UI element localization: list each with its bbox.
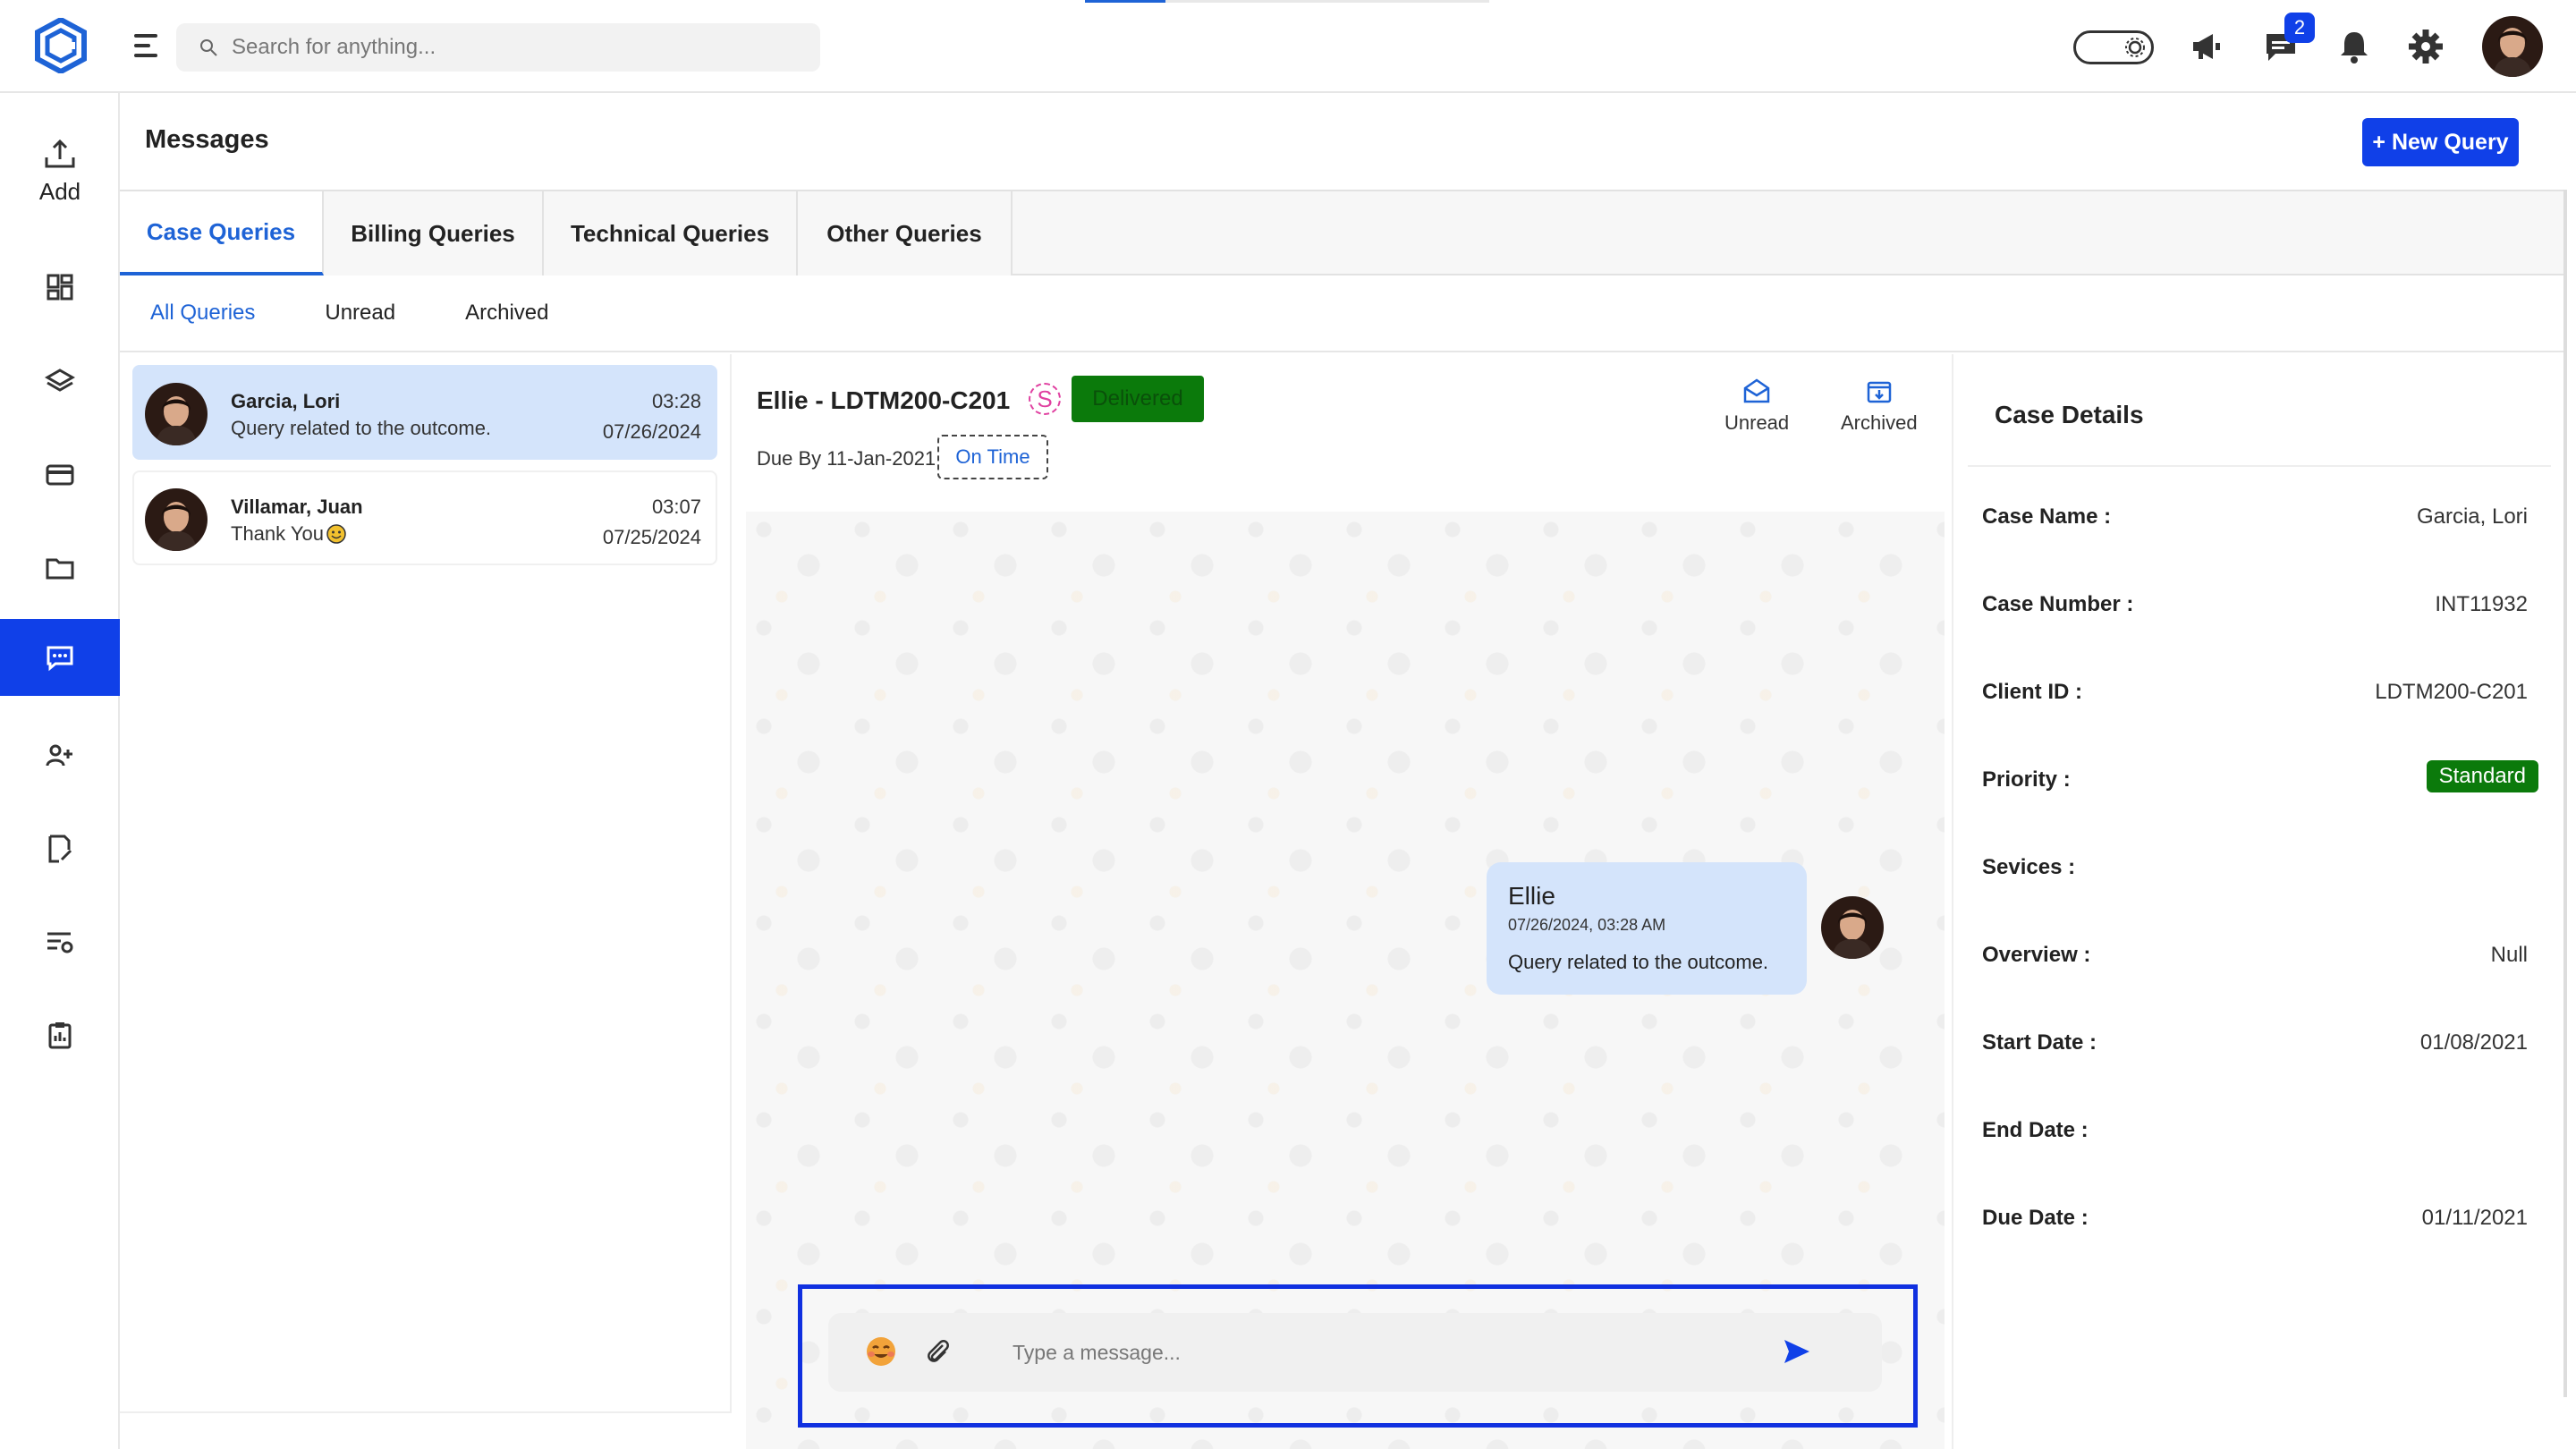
- query-filter-tabs: All Queries Unread Archived: [120, 275, 2567, 352]
- conversation-item[interactable]: Garcia, Lori Query related to the outcom…: [132, 365, 717, 460]
- loading-bar: [1085, 0, 1489, 3]
- gear-icon[interactable]: [2406, 27, 2445, 66]
- priority-badge: Standard: [2426, 760, 2538, 792]
- conversation-name: Villamar, Juan: [231, 496, 363, 518]
- user-avatar[interactable]: [2482, 16, 2543, 77]
- avatar: [145, 383, 208, 445]
- message-composer: [828, 1313, 1882, 1392]
- users-icon: [46, 744, 72, 767]
- sidebar-item-dashboard[interactable]: [0, 249, 120, 326]
- sidebar-item-users[interactable]: [0, 717, 120, 794]
- conversation-timestamp: 03:28 07/26/2024: [602, 390, 701, 443]
- search-icon: [200, 39, 217, 56]
- status-s-icon: S: [1029, 383, 1061, 415]
- subtab-archived[interactable]: Archived: [465, 301, 548, 326]
- status-badge: Delivered: [1072, 376, 1204, 422]
- new-query-button[interactable]: + New Query: [2362, 118, 2519, 166]
- detail-row-start-date: Start Date :01/08/2021: [1982, 1030, 2528, 1055]
- due-date: Due By 11-Jan-2021: [757, 447, 936, 470]
- conversation-name: Garcia, Lori: [231, 390, 341, 412]
- due-status-badge: On Time: [937, 435, 1048, 479]
- edit-document-icon: [48, 835, 72, 863]
- folder-icon: [46, 558, 74, 580]
- conversation-preview: Query related to the outcome.: [231, 417, 492, 439]
- detail-row-services: Sevices :: [1982, 855, 2076, 879]
- conversation-timestamp: 03:07 07/25/2024: [602, 496, 701, 548]
- avatar: [145, 488, 208, 551]
- archive-icon: [1867, 381, 1892, 403]
- tab-other-queries[interactable]: Other Queries: [798, 191, 1013, 275]
- envelope-open-icon: [1743, 378, 1770, 403]
- detail-row-priority: Priority : Standard: [1982, 760, 2560, 803]
- layers-icon: [45, 369, 75, 392]
- dashboard-icon: [47, 274, 73, 301]
- archive-button[interactable]: Archived: [1841, 376, 1918, 435]
- tab-technical-queries[interactable]: Technical Queries: [544, 191, 798, 275]
- upload-tray-icon: [45, 139, 75, 168]
- detail-row-client-id: Client ID : LDTM200-C201: [1982, 680, 2528, 704]
- detail-row-end-date: End Date :: [1982, 1118, 2089, 1142]
- message-bubble: Ellie 07/26/2024, 03:28 AM Query related…: [1487, 862, 1807, 995]
- bell-icon[interactable]: [2334, 27, 2374, 66]
- search-bar[interactable]: [176, 23, 820, 72]
- messages-badge: 2: [2284, 13, 2315, 43]
- case-details-header: Case Details: [1968, 354, 2551, 467]
- avatar: [1821, 896, 1884, 959]
- tab-case-queries[interactable]: Case Queries: [120, 191, 324, 275]
- detail-row-overview: Overview : Null: [1982, 943, 2528, 967]
- top-bar: 2: [0, 0, 2576, 93]
- sun-icon: [2125, 38, 2145, 57]
- query-tabs: Case Queries Billing Queries Technical Q…: [120, 190, 2567, 275]
- chat-header: Ellie - LDTM200-C201 S Delivered Due By …: [733, 354, 1950, 494]
- emoji-icon[interactable]: [864, 1335, 898, 1368]
- sidebar-item-messages[interactable]: [0, 619, 120, 696]
- sidebar-item-reports[interactable]: [0, 996, 120, 1073]
- detail-row-case-number: Case Number : INT11932: [1982, 592, 2528, 616]
- message-text: Query related to the outcome.: [1508, 951, 1769, 973]
- sidebar-item-settings-list[interactable]: [0, 903, 120, 980]
- sidebar-item-layers[interactable]: [0, 343, 120, 420]
- menu-toggle-icon[interactable]: [134, 30, 161, 61]
- subtab-all-queries[interactable]: All Queries: [150, 301, 255, 326]
- smiley-emoji-icon: [326, 524, 346, 544]
- detail-row-due-date: Due Date :01/11/2021: [1982, 1206, 2528, 1230]
- message-timestamp: 07/26/2024, 03:28 AM: [1508, 916, 1666, 934]
- sidebar-item-billing[interactable]: [0, 436, 120, 513]
- mark-unread-button[interactable]: Unread: [1724, 376, 1789, 435]
- message-sender: Ellie: [1508, 882, 1555, 910]
- conversation-list: Garcia, Lori Query related to the outcom…: [120, 354, 732, 1411]
- megaphone-icon[interactable]: [2188, 27, 2227, 66]
- case-details-panel: Case Details Case Name : Garcia, Lori Cas…: [1952, 354, 2567, 1449]
- add-label: Add: [38, 178, 81, 205]
- detail-row-case-name: Case Name : Garcia, Lori: [1982, 504, 2528, 529]
- card-icon: [46, 464, 74, 486]
- conversation-item[interactable]: Villamar, Juan Thank You 03:07 07/25/202…: [132, 470, 717, 565]
- page-title: Messages: [145, 125, 269, 154]
- list-settings-icon: [47, 932, 73, 953]
- case-details-title: Case Details: [1995, 401, 2144, 428]
- messages-icon: [47, 646, 73, 672]
- chat-title: Ellie - LDTM200-C201: [757, 386, 1011, 414]
- theme-toggle[interactable]: [2073, 30, 2154, 64]
- sidebar-item-files[interactable]: [0, 530, 120, 606]
- search-input[interactable]: [232, 35, 768, 60]
- send-icon[interactable]: [1782, 1336, 1812, 1367]
- subtab-unread[interactable]: Unread: [325, 301, 395, 326]
- message-input[interactable]: [1013, 1331, 1728, 1374]
- scrollbar[interactable]: [2563, 190, 2567, 1397]
- app-logo[interactable]: [34, 18, 88, 73]
- sidebar: Add: [0, 93, 120, 1449]
- conversation-preview: Thank You: [231, 522, 347, 546]
- paperclip-icon[interactable]: [923, 1336, 952, 1367]
- sidebar-item-documents[interactable]: [0, 810, 120, 887]
- tab-billing-queries[interactable]: Billing Queries: [324, 191, 544, 275]
- add-button[interactable]: Add: [0, 136, 120, 206]
- clipboard-icon: [48, 1022, 72, 1049]
